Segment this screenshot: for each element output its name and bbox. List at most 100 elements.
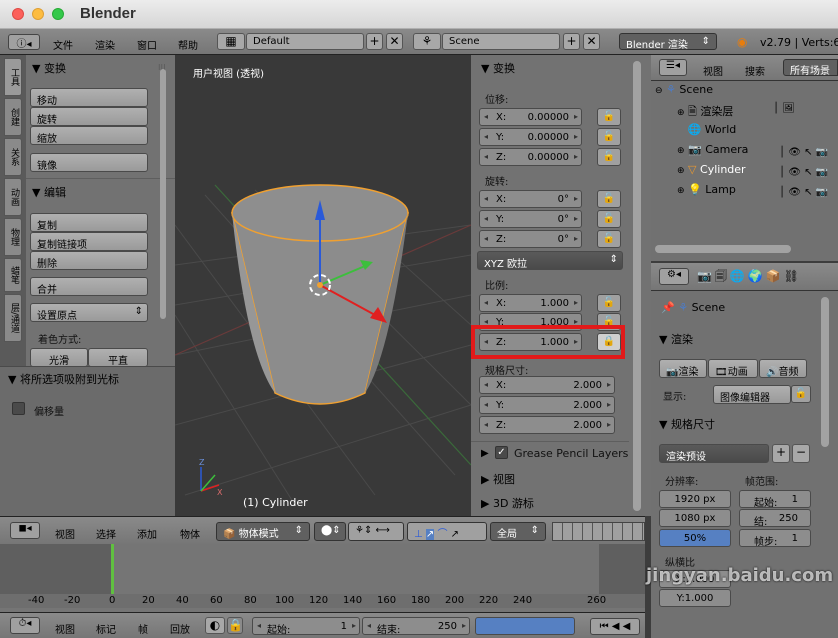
tab-grease-pencil[interactable]: 蜡笔 (4, 258, 22, 292)
operator-header[interactable]: ▼ 将所选项吸附到光标 (8, 371, 119, 387)
timeline-frame-menu[interactable]: 帧 (138, 621, 148, 636)
grease-pencil-checkbox[interactable]: ✓ (495, 446, 508, 459)
render-engine-dropdown[interactable]: Blender 渲染 ⇕ (619, 33, 717, 51)
pivot-and-snap-buttons[interactable]: ⚘⇕ ⟷ (348, 522, 404, 541)
menu-file[interactable]: 文件 (53, 37, 73, 52)
scale-z-field[interactable]: ◂ Z: 1.000 ▸ (479, 333, 582, 351)
menu-help[interactable]: 帮助 (178, 37, 198, 52)
add-preset-icon[interactable]: + (772, 444, 790, 463)
end-frame-field[interactable]: ◂ 结束: 250 ▸ (362, 617, 470, 636)
outliner-h-scrollbar[interactable] (655, 245, 791, 253)
rotate-button[interactable]: 旋转 (30, 107, 148, 126)
frame-start-field[interactable]: 起始: 1 (739, 490, 811, 509)
dimension-x-field[interactable]: ◂ X: 2.000 ▸ (479, 376, 615, 394)
dimensions-panel-header[interactable]: ▼ 规格尺寸 (659, 416, 715, 432)
move-button[interactable]: 移动 (30, 88, 148, 107)
set-origin-dropdown[interactable]: 设置原点 ⇕ (30, 303, 148, 322)
lock-icon[interactable]: 🔓 (597, 210, 621, 228)
dimension-z-field[interactable]: ◂ Z: 2.000 ▸ (479, 416, 615, 434)
playback-controls[interactable]: ⏮ ◀ ◀ (590, 618, 640, 635)
n-transform-header[interactable]: ▼ 变换 (481, 60, 515, 76)
add-screen-icon[interactable]: + (366, 33, 383, 50)
frame-step-field[interactable]: 帧步: 1 (739, 529, 811, 548)
scale-button[interactable]: 缩放 (30, 126, 148, 145)
render-audio-button[interactable]: 🔊音频 (759, 359, 807, 378)
lock-icon[interactable]: 🔓 (597, 190, 621, 208)
close-window-button[interactable] (12, 8, 24, 20)
render-preset-dropdown[interactable]: 渲染预设 (659, 444, 769, 463)
rotation-x-field[interactable]: ◂ X: 0° ▸ (479, 190, 582, 208)
timeline-editor-icon[interactable]: ⏱◂ (10, 617, 40, 634)
dimension-y-field[interactable]: ◂ Y: 2.000 ▸ (479, 396, 615, 414)
minimize-window-button[interactable] (32, 8, 44, 20)
transform-section-header[interactable]: ▼ 变换 (32, 60, 66, 76)
grease-pencil-label[interactable]: Grease Pencil Layers (514, 447, 628, 460)
lock-icon[interactable]: 🔒 (227, 617, 243, 634)
shading-mode-dropdown[interactable]: ⬤⇕ (314, 522, 346, 541)
context-tabs[interactable]: 📷🗐🌐🌍📦⛓ (697, 267, 837, 286)
lock-icon[interactable]: 🔓 (597, 128, 621, 146)
tab-create[interactable]: 创建 (4, 98, 22, 136)
lock-icon[interactable]: 🔓 (597, 148, 621, 166)
outliner-row[interactable]: ⊕ 📷 Camera (677, 143, 748, 163)
lock-icon[interactable]: 🔓 (597, 294, 621, 312)
display-dropdown[interactable]: 图像编辑器 (713, 385, 791, 404)
add-scene-icon[interactable]: + (563, 33, 580, 50)
duplicate-linked-button[interactable]: 复制链接项 (30, 232, 148, 251)
remove-screen-icon[interactable]: ✕ (386, 33, 403, 50)
resolution-percent-slider[interactable]: 50% (659, 529, 731, 547)
scene-field[interactable]: Scene (442, 33, 560, 50)
cursor-panel-header[interactable]: ▶ 3D 游标 (481, 495, 534, 511)
join-button[interactable]: 合并 (30, 277, 148, 296)
manipulator-buttons[interactable]: ⊥ ↗ ⌒ ↗ (407, 522, 487, 541)
location-z-field[interactable]: ◂ Z: 0.00000 ▸ (479, 148, 582, 166)
mirror-button[interactable]: 镜像 (30, 153, 148, 172)
outliner-search-menu[interactable]: 搜索 (745, 63, 765, 78)
menu-render[interactable]: 渲染 (95, 37, 115, 52)
viewport-view-menu[interactable]: 视图 (55, 526, 75, 541)
lock-icon[interactable]: 🔓 (597, 230, 621, 248)
mode-dropdown[interactable]: 📦 物体模式 ⇕ (216, 522, 310, 541)
viewport-select-menu[interactable]: 选择 (96, 526, 116, 541)
outliner-filter-dropdown[interactable]: 所有场景 (783, 59, 838, 77)
shade-smooth-button[interactable]: 光滑 (30, 348, 88, 367)
timeline-marker-menu[interactable]: 标记 (96, 621, 116, 636)
render-image-button[interactable]: 📷渲染 (659, 359, 707, 378)
offset-checkbox[interactable] (12, 402, 25, 415)
delete-button[interactable]: 删除 (30, 251, 148, 270)
tab-layers[interactable]: 层/通道 (4, 294, 22, 342)
lock-icon[interactable]: 🔓 (597, 108, 621, 126)
start-frame-field[interactable]: ◂ 起始: 1 ▸ (252, 617, 360, 636)
editor-type-info-icon[interactable]: ⓘ◂ (8, 34, 40, 50)
edit-section-header[interactable]: ▼ 编辑 (32, 184, 66, 200)
screen-layout-field[interactable]: Default (246, 33, 364, 50)
timeline-playback-menu[interactable]: 回放 (170, 621, 190, 636)
outliner-row[interactable]: ⊕ 💡 Lamp (677, 183, 736, 203)
3d-viewport[interactable]: Z X 用户视图 (透视) (1) Cylinder (175, 55, 471, 516)
tool-shelf-scrollbar[interactable] (160, 69, 166, 319)
duplicate-button[interactable]: 复制 (30, 213, 148, 232)
menu-window[interactable]: 窗口 (137, 37, 157, 52)
tab-relations[interactable]: 关系 (4, 138, 22, 176)
outliner-row-selected[interactable]: ⊕ ▽ Cylinder (677, 163, 746, 183)
remove-scene-icon[interactable]: ✕ (583, 33, 600, 50)
render-panel-header[interactable]: ▼ 渲染 (659, 331, 693, 347)
layer-buttons[interactable] (552, 522, 645, 541)
location-y-field[interactable]: ◂ Y: 0.00000 ▸ (479, 128, 582, 146)
resolution-x-field[interactable]: 1920 px (659, 490, 731, 508)
screen-layout-icon[interactable]: ▦ (217, 33, 245, 50)
properties-editor-icon[interactable]: ⚙◂ (659, 268, 689, 285)
frame-end-field[interactable]: 结: 250 (739, 509, 811, 528)
timeline-view-menu[interactable]: 视图 (55, 621, 75, 636)
timeline-editor[interactable]: -40 -20 0 20 40 60 80 100 120 140 160 18… (0, 544, 645, 612)
outliner-row[interactable]: 🌐 World (677, 123, 737, 143)
visibility-icons[interactable]: │ 👁 ↖ 📷 │ 👁 ↖ 📷 │ 👁 ↖ 📷 (779, 143, 828, 203)
outliner-editor-icon[interactable]: ☰◂ (659, 59, 687, 76)
current-frame-field[interactable] (475, 617, 575, 635)
outliner-row[interactable]: ⊕ 🗎 渲染层 (677, 103, 733, 123)
rotation-z-field[interactable]: ◂ Z: 0° ▸ (479, 230, 582, 248)
3d-view-editor-icon[interactable]: ◼◂ (10, 522, 40, 539)
maximize-window-button[interactable] (52, 8, 64, 20)
viewport-add-menu[interactable]: 添加 (137, 526, 157, 541)
n-panel-scrollbar[interactable] (633, 61, 641, 511)
